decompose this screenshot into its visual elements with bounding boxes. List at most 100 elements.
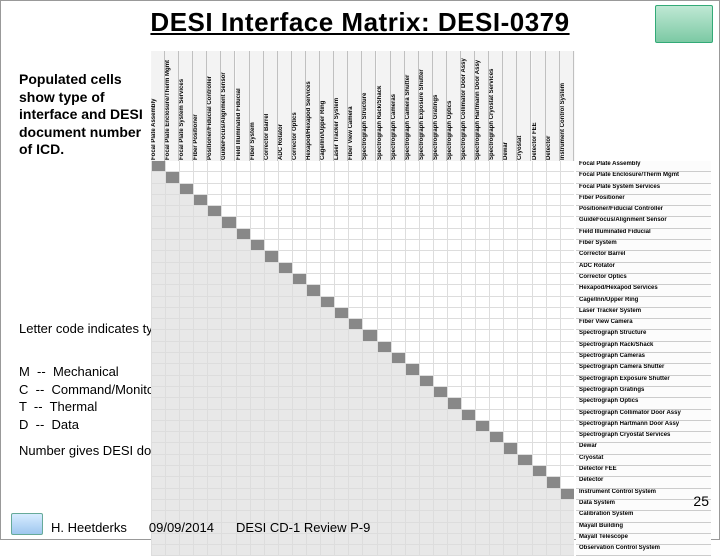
matrix-cell xyxy=(250,534,264,545)
matrix-cell xyxy=(546,353,560,364)
matrix-cell xyxy=(391,308,405,319)
matrix-cell xyxy=(236,534,250,545)
matrix-cell xyxy=(151,285,165,296)
matrix-cell xyxy=(250,455,264,466)
matrix-cell xyxy=(250,184,264,195)
matrix-cell xyxy=(221,443,235,454)
matrix-cell xyxy=(306,195,320,206)
matrix-cell xyxy=(377,297,391,308)
matrix-cell xyxy=(292,477,306,488)
matrix-col-header: Fiber Positioner xyxy=(193,51,207,161)
matrix-row-label: Positioner/Fiducial Controller xyxy=(576,206,711,217)
matrix-cell xyxy=(419,534,433,545)
matrix-cell xyxy=(306,466,320,477)
matrix-cell xyxy=(362,319,376,330)
matrix-cell xyxy=(221,455,235,466)
matrix-cell xyxy=(179,500,193,511)
matrix-cell xyxy=(250,432,264,443)
matrix-row-label: GuideFocus/Alignment Sensor xyxy=(576,217,711,228)
matrix-col-header: Fiber System xyxy=(250,51,264,161)
matrix-cell xyxy=(165,489,179,500)
matrix-cell xyxy=(433,534,447,545)
matrix-cell xyxy=(391,398,405,409)
matrix-cell xyxy=(362,285,376,296)
matrix-cell xyxy=(391,217,405,228)
matrix-cell xyxy=(475,172,489,183)
matrix-cell xyxy=(461,432,475,443)
matrix-cell xyxy=(532,308,546,319)
matrix-cell xyxy=(207,489,221,500)
matrix-cell xyxy=(489,297,503,308)
matrix-cell xyxy=(362,455,376,466)
matrix-cell xyxy=(207,161,221,172)
matrix-cell xyxy=(503,364,517,375)
matrix-cell xyxy=(546,184,560,195)
matrix-cell xyxy=(405,274,419,285)
matrix-cell xyxy=(517,398,531,409)
matrix-cell xyxy=(362,545,376,556)
matrix-cell xyxy=(278,421,292,432)
matrix-cell xyxy=(377,161,391,172)
footer-review: DESI CD-1 Review P-9 xyxy=(236,520,370,535)
matrix-cell xyxy=(517,421,531,432)
matrix-cell xyxy=(334,410,348,421)
matrix-cell xyxy=(391,387,405,398)
matrix-col-header: Spectrograph Camera Shutter xyxy=(405,51,419,161)
matrix-cell xyxy=(278,308,292,319)
matrix-cell xyxy=(221,421,235,432)
matrix-cell xyxy=(151,387,165,398)
matrix-cell xyxy=(517,263,531,274)
matrix-cell xyxy=(503,229,517,240)
matrix-cell xyxy=(489,489,503,500)
matrix-cell xyxy=(532,353,546,364)
matrix-cell xyxy=(546,342,560,353)
matrix-cell xyxy=(320,432,334,443)
matrix-cell xyxy=(405,500,419,511)
matrix-cell xyxy=(433,229,447,240)
matrix-cell xyxy=(320,206,334,217)
matrix-cell xyxy=(362,443,376,454)
matrix-cell xyxy=(207,251,221,262)
matrix-cell xyxy=(348,432,362,443)
matrix-cell xyxy=(377,376,391,387)
matrix-cell xyxy=(419,443,433,454)
matrix-col-header: Spectrograph Collimator Door Assy xyxy=(461,51,475,161)
matrix-cell xyxy=(475,398,489,409)
matrix-cell xyxy=(292,443,306,454)
matrix-cell xyxy=(236,251,250,262)
matrix-cell xyxy=(447,353,461,364)
matrix-cell xyxy=(560,477,574,488)
matrix-col-header: Focal Plate System Services xyxy=(179,51,193,161)
matrix-row-label: Mayall Telescope xyxy=(576,534,711,545)
matrix-cell xyxy=(151,206,165,217)
matrix-cell xyxy=(560,330,574,341)
matrix-cell xyxy=(179,285,193,296)
matrix-cell xyxy=(264,195,278,206)
matrix-cell xyxy=(207,376,221,387)
matrix-cell xyxy=(193,263,207,274)
matrix-cell xyxy=(419,376,433,387)
matrix-cell xyxy=(236,285,250,296)
matrix-cell xyxy=(348,217,362,228)
matrix-row-labels: Focal Plate AssemblyFocal Plate Enclosur… xyxy=(576,161,711,556)
matrix-cell xyxy=(433,184,447,195)
matrix-cell xyxy=(546,364,560,375)
matrix-cell xyxy=(517,477,531,488)
matrix-col-header: Field Illuminated Fiducial xyxy=(236,51,250,161)
matrix-cell xyxy=(447,195,461,206)
matrix-cell xyxy=(517,285,531,296)
matrix-cell xyxy=(320,195,334,206)
matrix-cell xyxy=(405,545,419,556)
matrix-cell xyxy=(433,455,447,466)
matrix-cell xyxy=(320,455,334,466)
matrix-cell xyxy=(475,319,489,330)
matrix-cell xyxy=(334,285,348,296)
matrix-cell xyxy=(165,297,179,308)
matrix-cell xyxy=(362,195,376,206)
matrix-cell xyxy=(503,534,517,545)
matrix-cell xyxy=(250,319,264,330)
matrix-cell xyxy=(517,217,531,228)
matrix-cell xyxy=(193,251,207,262)
matrix-cell xyxy=(179,489,193,500)
matrix-cell xyxy=(461,376,475,387)
